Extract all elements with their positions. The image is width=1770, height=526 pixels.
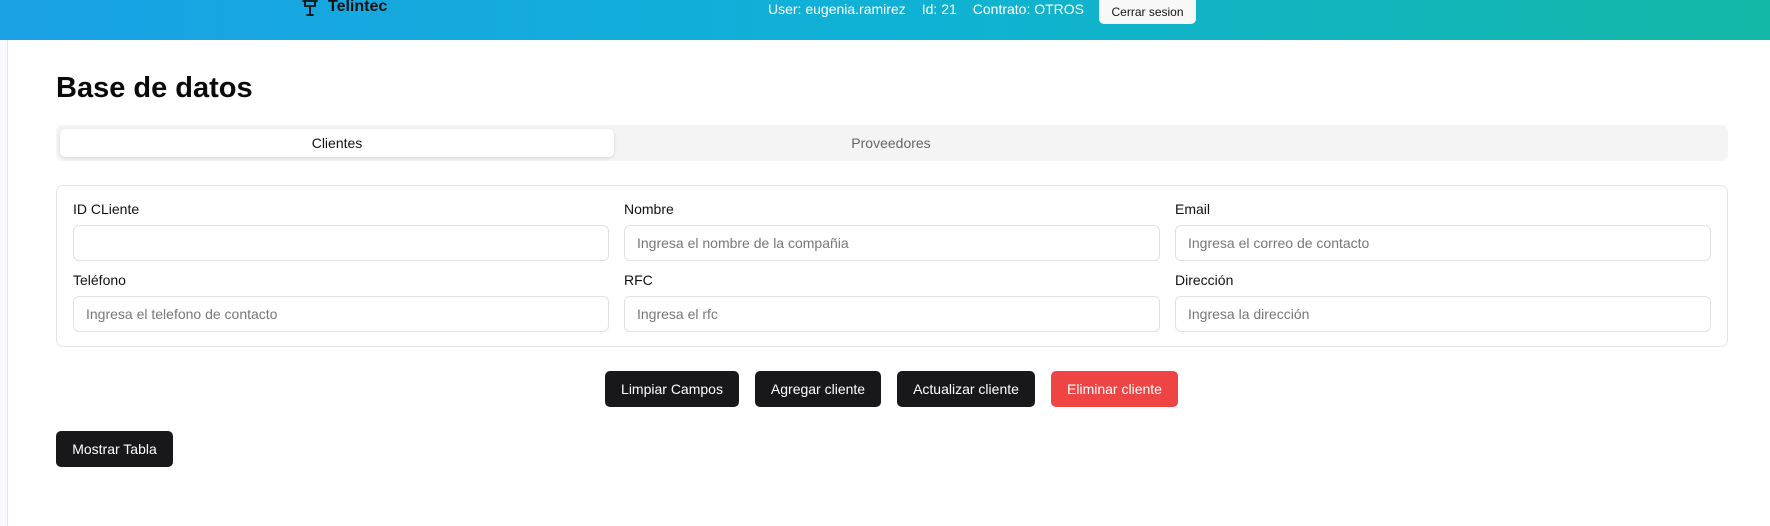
id-cliente-input[interactable] [73, 225, 609, 261]
direccion-label: Dirección [1175, 272, 1234, 288]
telefono-input[interactable] [73, 296, 609, 332]
nombre-label: Nombre [624, 201, 674, 217]
tower-icon [300, 0, 320, 17]
delete-client-button[interactable]: Eliminar cliente [1051, 371, 1178, 407]
field-rfc: RFC [624, 272, 1160, 332]
form-actions: Limpiar Campos Agregar cliente Actualiza… [0, 371, 1770, 407]
field-id-cliente: ID CLiente [73, 201, 609, 261]
field-email: Email [1175, 201, 1711, 261]
field-nombre: Nombre [624, 201, 1160, 261]
field-direccion: Dirección [1175, 272, 1711, 332]
add-client-button[interactable]: Agregar cliente [755, 371, 881, 407]
user-contract: Contrato: OTROS [972, 1, 1085, 17]
user-id: Id: 21 [921, 1, 957, 17]
user-info: User: eugenia.ramirez Id: 21 Contrato: O… [768, 0, 1084, 18]
email-input[interactable] [1175, 225, 1711, 261]
rfc-label: RFC [624, 272, 653, 288]
email-label: Email [1175, 201, 1211, 217]
clear-fields-button[interactable]: Limpiar Campos [605, 371, 739, 407]
logout-button[interactable]: Cerrar sesion [1099, 0, 1196, 24]
field-telefono: Teléfono [73, 272, 609, 332]
id-cliente-label: ID CLiente [73, 201, 140, 217]
update-client-button[interactable]: Actualizar cliente [897, 371, 1035, 407]
tab-clientes[interactable]: Clientes [60, 129, 614, 157]
rfc-input[interactable] [624, 296, 1160, 332]
brand-name: Telintec [328, 0, 388, 15]
tab-list: Clientes Proveedores [56, 125, 1728, 161]
tab-proveedores[interactable]: Proveedores [614, 129, 1168, 157]
nombre-input[interactable] [624, 225, 1160, 261]
telefono-label: Teléfono [73, 272, 126, 288]
client-form: ID CLiente Nombre Email Teléfono RFC Dir… [56, 185, 1728, 347]
user-name: User: eugenia.ramirez [768, 1, 906, 17]
direccion-input[interactable] [1175, 296, 1711, 332]
sidebar-edge [0, 40, 8, 526]
brand[interactable]: Telintec [300, 0, 387, 18]
show-table-button[interactable]: Mostrar Tabla [56, 431, 173, 467]
top-bar: Telintec User: eugenia.ramirez Id: 21 Co… [0, 0, 1770, 40]
page-title: Base de datos [56, 72, 253, 104]
